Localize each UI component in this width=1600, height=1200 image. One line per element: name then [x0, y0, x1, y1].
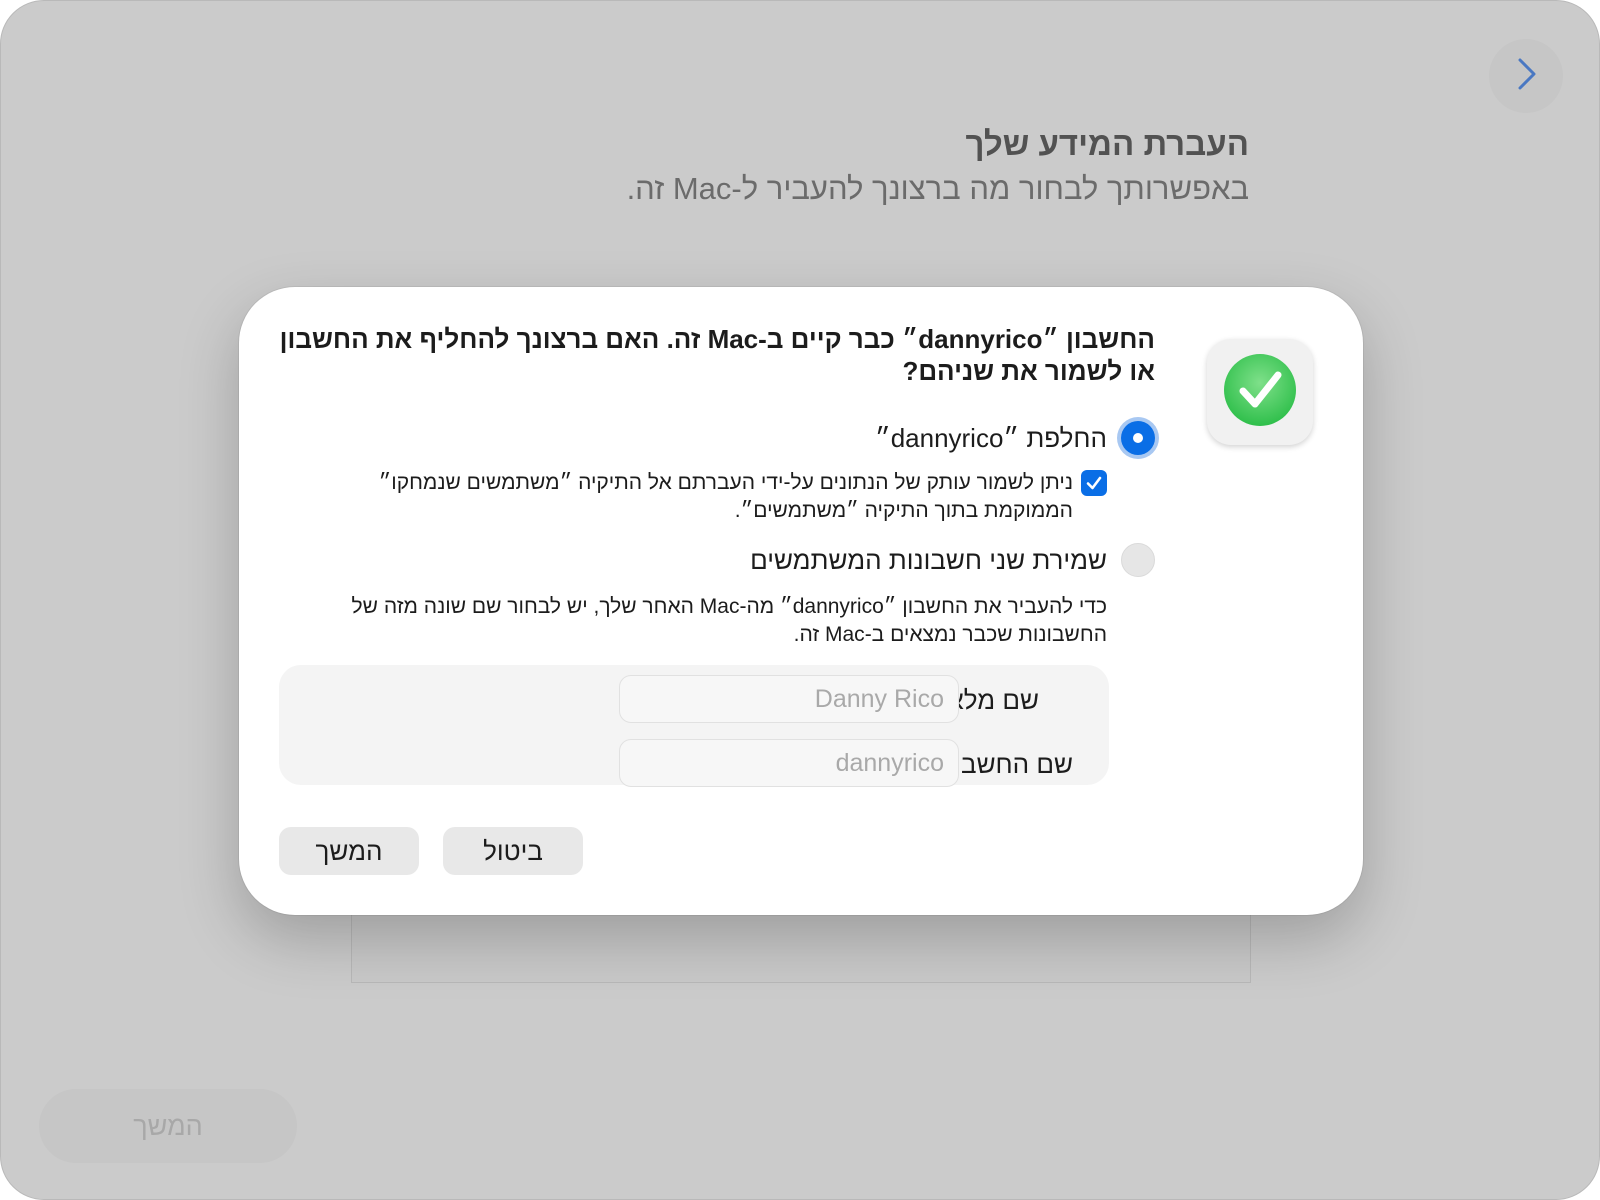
- app-icon: [1207, 339, 1313, 445]
- option-replace-account[interactable]: החלפת ״dannyrico״: [875, 421, 1155, 455]
- background-list-panel: [351, 906, 1251, 983]
- keep-copy-checkbox[interactable]: [1081, 470, 1107, 496]
- dialog-question: החשבון ״dannyrico״ כבר קיים ב-Mac זה. הא…: [279, 324, 1155, 386]
- continue-button-disabled: המשך: [39, 1089, 297, 1163]
- account-conflict-dialog: החשבון ״dannyrico״ כבר קיים ב-Mac זה. הא…: [239, 287, 1363, 915]
- page-title: העברת המידע שלך: [965, 125, 1250, 162]
- keep-copy-checkbox-row[interactable]: ניתן לשמור עותק של הנתונים על-ידי העברתם…: [307, 469, 1107, 525]
- account-name-field[interactable]: [619, 739, 959, 787]
- option-replace-label: החלפת ״dannyrico״: [875, 422, 1107, 453]
- full-name-field[interactable]: [619, 675, 959, 723]
- option-keep-both-label: שמירת שני חשבונות המשתמשים: [750, 544, 1107, 575]
- page-subtitle: באפשרותך לבחור מה ברצונך להעביר ל-Mac זה…: [626, 171, 1249, 206]
- rename-explanation: כדי להעביר את החשבון ״dannyrico״ מה-Mac …: [351, 595, 1107, 646]
- migration-assistant-window: העברת המידע שלך באפשרותך לבחור מה ברצונך…: [0, 0, 1600, 1200]
- account-name-label: שם החשבון:: [940, 749, 1073, 779]
- keep-copy-label: ניתן לשמור עותק של הנתונים על-ידי העברתם…: [378, 471, 1073, 522]
- chevron-right-icon: [1512, 54, 1540, 99]
- radio-replace-selected[interactable]: [1121, 421, 1155, 455]
- green-checkmark-icon: [1221, 351, 1299, 434]
- continue-button[interactable]: המשך: [279, 827, 419, 875]
- forward-button[interactable]: [1489, 39, 1563, 113]
- option-keep-both[interactable]: שמירת שני חשבונות המשתמשים: [750, 543, 1155, 577]
- cancel-button[interactable]: ביטול: [443, 827, 583, 875]
- account-fields-group: שם מלא: שם החשבון:: [279, 665, 1109, 787]
- radio-keep-both[interactable]: [1121, 543, 1155, 577]
